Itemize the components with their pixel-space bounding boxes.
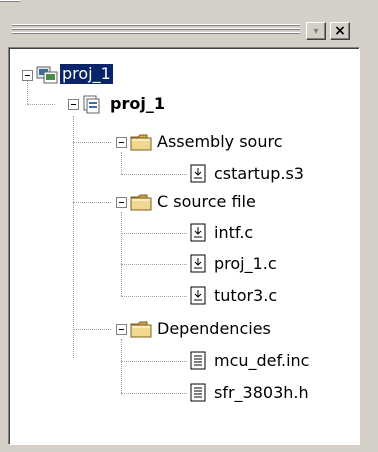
tree-item-file[interactable]: mcu_def.inc [212, 351, 311, 371]
tree-line [73, 202, 111, 203]
collapse-toggle-csource[interactable] [116, 197, 127, 208]
tree-item-project[interactable]: proj_1 [108, 94, 167, 114]
tree-line [121, 339, 122, 393]
source-file-icon[interactable] [189, 164, 211, 184]
workspace-tree-panel[interactable]: proj_1 proj_1 Assembly sourc cstartup.s3… [8, 47, 360, 445]
workspace-icon[interactable] [36, 64, 58, 84]
tree-line [73, 142, 111, 143]
top-edge [0, 0, 20, 3]
tree-item-file[interactable]: proj_1.c [212, 254, 279, 274]
collapse-toggle-assembly[interactable] [116, 137, 127, 148]
tree-line [121, 174, 187, 175]
tree-item-group-csource[interactable]: C source file [155, 192, 258, 212]
tree-line [121, 264, 187, 265]
tree-item-file[interactable]: intf.c [212, 223, 255, 243]
folder-icon[interactable] [130, 319, 152, 339]
tree-item-file[interactable]: sfr_3803h.h [212, 383, 311, 403]
collapse-toggle-project[interactable] [68, 99, 79, 110]
source-file-icon[interactable] [189, 254, 211, 274]
tree-line [121, 296, 187, 297]
folder-icon[interactable] [130, 192, 152, 212]
collapse-toggle-dependencies[interactable] [116, 324, 127, 335]
workspace-tree: proj_1 proj_1 Assembly sourc cstartup.s3… [9, 48, 359, 444]
hide-button[interactable]: ▾ [306, 22, 326, 40]
tree-item-group-dependencies[interactable]: Dependencies [155, 319, 273, 339]
header-file-icon[interactable] [189, 351, 211, 371]
tree-item-file[interactable]: cstartup.s3 [212, 164, 306, 184]
tree-item-group-assembly[interactable]: Assembly sourc [155, 132, 285, 152]
tree-line [73, 116, 74, 358]
tree-line [121, 152, 122, 174]
tree-item-file[interactable]: tutor3.c [212, 286, 279, 306]
close-button[interactable]: × [330, 22, 350, 40]
window-title-grip[interactable] [12, 22, 300, 36]
tree-line [73, 329, 111, 330]
header-file-icon[interactable] [189, 383, 211, 403]
source-file-icon[interactable] [189, 286, 211, 306]
source-file-icon[interactable] [189, 223, 211, 243]
project-icon[interactable] [82, 94, 104, 114]
tree-line [121, 361, 187, 362]
collapse-toggle-workspace[interactable] [22, 70, 33, 81]
tree-line [121, 212, 122, 296]
tree-line [121, 233, 187, 234]
folder-icon[interactable] [130, 132, 152, 152]
tree-line [121, 393, 187, 394]
tree-line [27, 80, 28, 104]
tree-line [27, 104, 55, 105]
tree-item-workspace[interactable]: proj_1 [60, 64, 113, 84]
